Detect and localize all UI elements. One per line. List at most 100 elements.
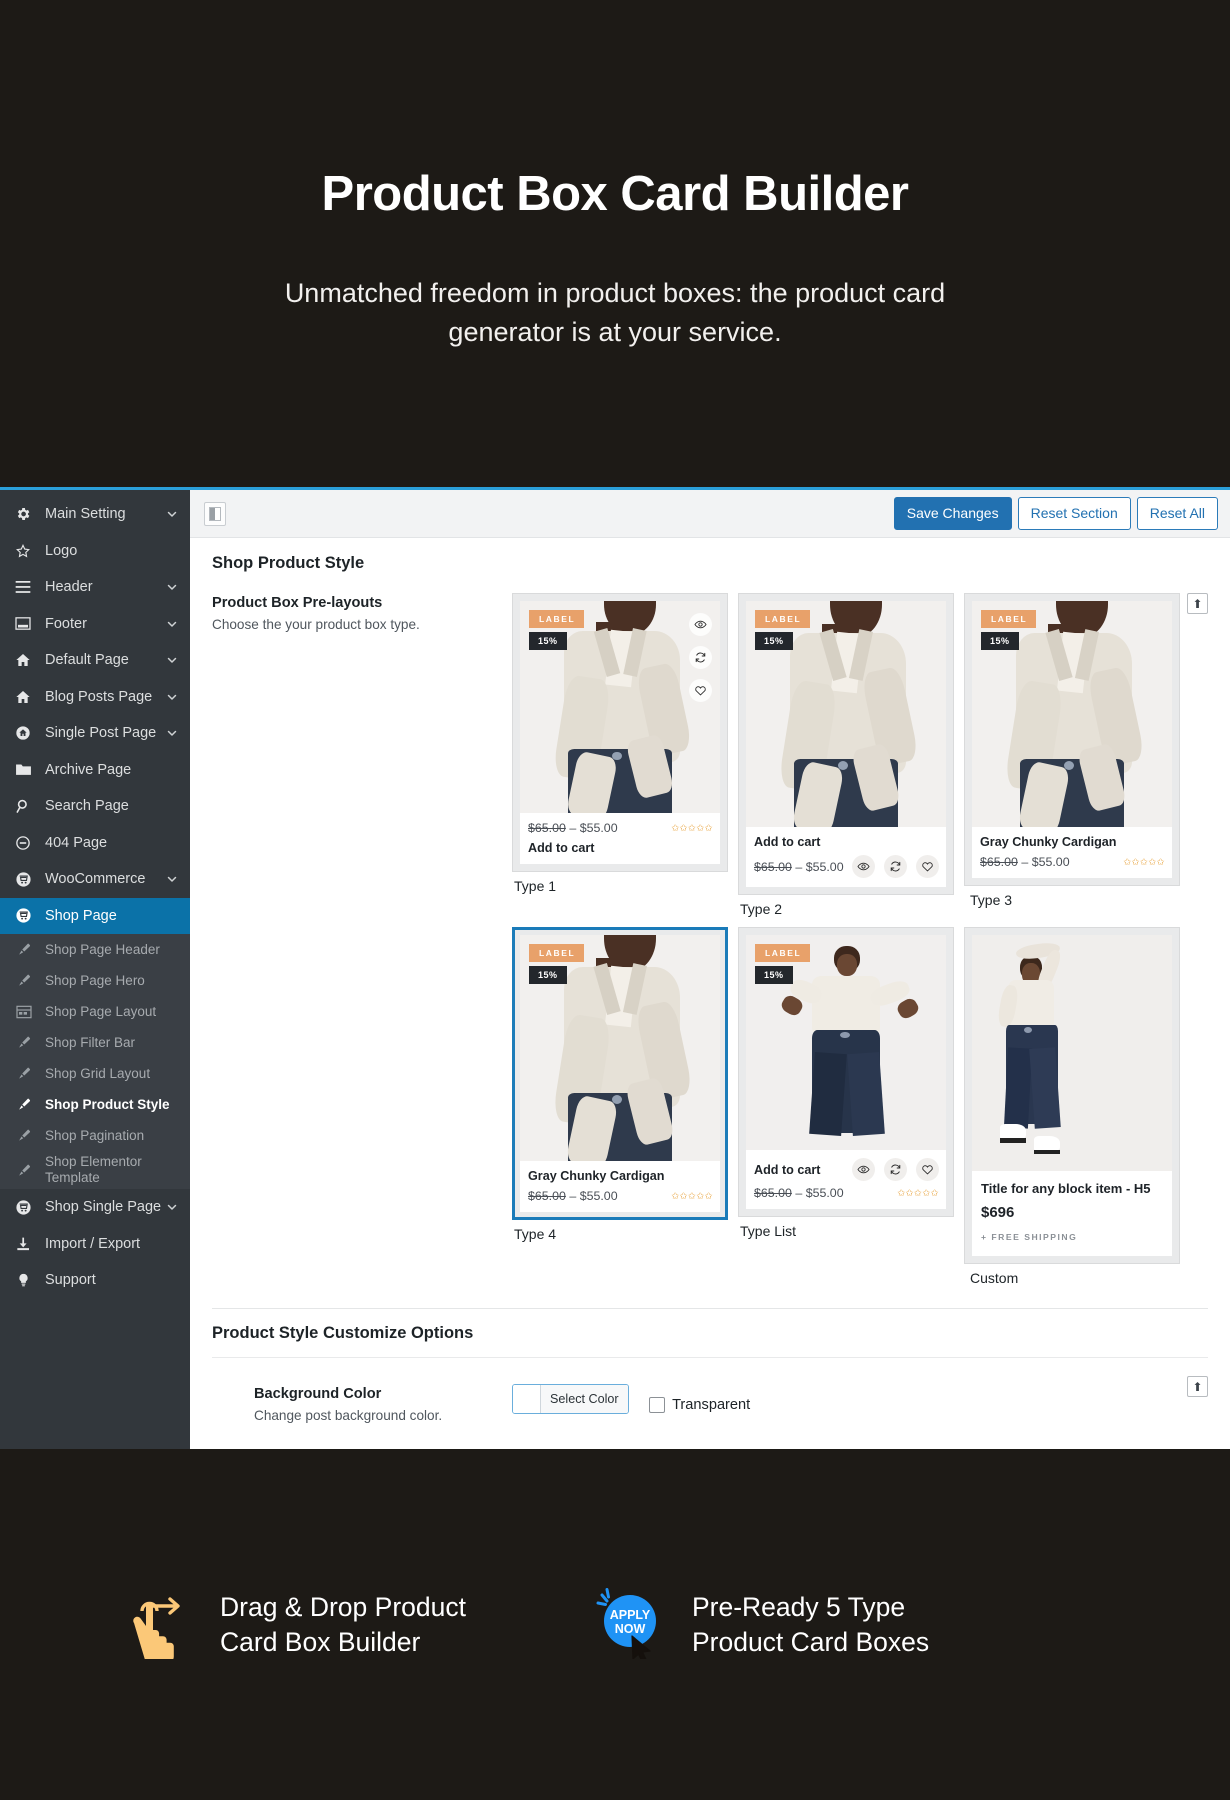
product-price: $65.00 – $55.00: [754, 1186, 844, 1200]
compare-icon[interactable]: [884, 855, 907, 878]
sidebar-item-shop-filter-bar[interactable]: Shop Filter Bar: [0, 1027, 190, 1058]
product-title: Gray Chunky Cardigan: [980, 835, 1117, 849]
sidebar-item-woocommerce[interactable]: WooCommerce: [0, 861, 190, 898]
chevron-down-icon[interactable]: [165, 508, 179, 520]
prelayouts-field-row: Product Box Pre-layouts Choose the your …: [212, 585, 1208, 1286]
reset-section-button[interactable]: Reset Section: [1017, 497, 1131, 530]
brush-icon: [14, 1035, 34, 1050]
sidebar-item-logo[interactable]: Logo: [0, 533, 190, 570]
customize-section: ⬆ Background Color Change post backgroun…: [190, 1358, 1230, 1423]
sidebar-item-label: Shop Page Header: [45, 942, 160, 957]
prelayouts-control-col: LABEL 15% $65.00 – $55.00 ✩✩✩✩✩ Add to cart T…: [512, 593, 1208, 1286]
product-title: Title for any block item - H5: [981, 1181, 1151, 1196]
sidebar-item-label: Blog Posts Page: [45, 688, 153, 705]
color-picker[interactable]: Select Color: [512, 1384, 629, 1414]
add-to-cart-label[interactable]: Add to cart: [754, 1163, 820, 1177]
product-price: $65.00 – $55.00: [980, 855, 1070, 869]
sidebar-item-search-page[interactable]: Search Page: [0, 788, 190, 825]
prelayouts-label: Product Box Pre-layouts: [212, 595, 383, 611]
sidebar-item-footer[interactable]: Footer: [0, 606, 190, 643]
sidebar-item-label: Header: [45, 579, 93, 596]
compare-icon[interactable]: [689, 646, 712, 669]
compare-icon[interactable]: [884, 1158, 907, 1181]
price-row: $65.00 – $55.00 ✩✩✩✩✩: [528, 1189, 713, 1203]
chevron-down-icon[interactable]: [165, 691, 179, 703]
sidebar-item-label: Shop Elementor Template: [45, 1154, 142, 1185]
feature-item: APPLY NOW Pre-Ready 5 Type Product Card Bo…: [592, 1585, 929, 1664]
chevron-down-icon[interactable]: [165, 581, 179, 593]
sidebar-item-import-export[interactable]: Import / Export: [0, 1226, 190, 1263]
price-old: $65.00: [528, 1189, 566, 1203]
cart-icon: [12, 871, 34, 888]
transparent-checkbox-wrap[interactable]: Transparent: [649, 1397, 750, 1413]
sidebar-item-shop-pagination[interactable]: Shop Pagination: [0, 1120, 190, 1151]
sidebar-item-shop-page-header[interactable]: Shop Page Header: [0, 934, 190, 965]
eye-icon[interactable]: [852, 855, 875, 878]
product-card-body: Add to cart $65.00 – $55.00 ✩✩✩✩✩: [746, 1150, 946, 1209]
heart-icon[interactable]: [916, 1158, 939, 1181]
price-old: $65.00: [754, 859, 792, 874]
star-icon: [12, 543, 34, 559]
badge-group: LABEL 15%: [755, 609, 811, 650]
sidebar-item-shop-page-hero[interactable]: Shop Page Hero: [0, 965, 190, 996]
product-price: $65.00 – $55.00: [528, 821, 618, 835]
prelayouts-label-col: Product Box Pre-layouts Choose the your …: [212, 593, 512, 1286]
product-card-type-list[interactable]: LABEL 15% Add to cart $65.00 – $55.00 ✩✩✩✩✩: [738, 927, 954, 1217]
chevron-down-icon[interactable]: [165, 654, 179, 666]
product-card-grid: LABEL 15% $65.00 – $55.00 ✩✩✩✩✩ Add to cart T…: [512, 593, 1208, 1286]
product-card-custom[interactable]: Title for any block item - H5 $696 + FREE …: [964, 927, 1180, 1264]
chevron-down-icon[interactable]: [165, 1201, 179, 1213]
sidebar-item-label: Logo: [45, 542, 78, 559]
sidebar-item-404-page[interactable]: 404 Page: [0, 825, 190, 862]
product-discount-badge: 15%: [981, 632, 1019, 650]
sidebar-item-shop-page-layout[interactable]: Shop Page Layout: [0, 996, 190, 1027]
sidebar-item-label: Footer: [45, 615, 87, 632]
panel-toggle-icon[interactable]: [204, 501, 226, 526]
product-action-column: [689, 613, 712, 702]
product-card-type-1[interactable]: LABEL 15% $65.00 – $55.00 ✩✩✩✩✩ Add to cart: [512, 593, 728, 872]
product-card-type-2[interactable]: LABEL 15% Add to cart $65.00 – $55.00: [738, 593, 954, 895]
product-card-type-3[interactable]: LABEL 15% Gray Chunky Cardigan $65.00 – $55…: [964, 593, 1180, 886]
eye-icon[interactable]: [689, 613, 712, 636]
sidebar-item-main-setting[interactable]: Main Setting: [0, 496, 190, 533]
sidebar-item-shop-grid-layout[interactable]: Shop Grid Layout: [0, 1058, 190, 1089]
chevron-down-icon[interactable]: [165, 873, 179, 885]
product-label-badge: LABEL: [981, 610, 1037, 628]
product-label-badge: LABEL: [755, 944, 811, 962]
svg-text:APPLY: APPLY: [610, 1608, 651, 1622]
color-swatch[interactable]: [513, 1385, 541, 1413]
transparent-checkbox[interactable]: [649, 1397, 666, 1413]
product-image: LABEL 15%: [972, 601, 1172, 827]
product-discount-badge: 15%: [755, 632, 793, 650]
select-color-label: Select Color: [541, 1385, 628, 1413]
reset-all-button[interactable]: Reset All: [1136, 497, 1218, 530]
sidebar-item-archive-page[interactable]: Archive Page: [0, 752, 190, 789]
add-to-cart-label[interactable]: Add to cart: [754, 835, 939, 849]
sidebar-item-label: 404 Page: [45, 834, 108, 851]
chevron-down-icon[interactable]: [165, 618, 179, 630]
heart-icon[interactable]: [689, 679, 712, 702]
product-card-type-4[interactable]: LABEL 15% Gray Chunky Cardigan $65.00 – $55…: [512, 927, 728, 1220]
heart-icon[interactable]: [916, 855, 939, 878]
product-card-slot: LABEL 15% $65.00 – $55.00 ✩✩✩✩✩ Add to cart T…: [512, 593, 728, 917]
sidebar-item-label: Shop Page Layout: [45, 1004, 157, 1019]
product-card-body: Gray Chunky Cardigan $65.00 – $55.00 ✩✩✩✩✩: [972, 827, 1172, 878]
sidebar-item-shop-elementor-template[interactable]: Shop Elementor Template: [0, 1151, 190, 1189]
sidebar-item-shop-page[interactable]: Shop Page: [0, 897, 190, 934]
sidebar-item-header[interactable]: Header: [0, 569, 190, 606]
sidebar-item-label: Shop Page: [45, 907, 117, 924]
save-changes-button[interactable]: Save Changes: [893, 497, 1012, 530]
chevron-down-icon[interactable]: [165, 727, 179, 739]
add-to-cart-label[interactable]: Add to cart: [528, 841, 713, 855]
rating-stars: ✩✩✩✩✩: [897, 1187, 939, 1199]
sidebar-item-shop-single-page[interactable]: Shop Single Page: [0, 1189, 190, 1226]
sidebar-item-single-post-page[interactable]: Single Post Page: [0, 715, 190, 752]
eye-icon[interactable]: [852, 1158, 875, 1181]
toolbar-actions: Save Changes Reset Section Reset All: [893, 497, 1218, 530]
sidebar-item-default-page[interactable]: Default Page: [0, 642, 190, 679]
sidebar-item-shop-product-style[interactable]: Shop Product Style: [0, 1089, 190, 1120]
feature-item: Drag & Drop Product Card Box Builder: [120, 1585, 466, 1664]
sidebar-item-blog-posts-page[interactable]: Blog Posts Page: [0, 679, 190, 716]
sidebar-item-support[interactable]: Support: [0, 1262, 190, 1299]
product-discount-badge: 15%: [529, 966, 567, 984]
